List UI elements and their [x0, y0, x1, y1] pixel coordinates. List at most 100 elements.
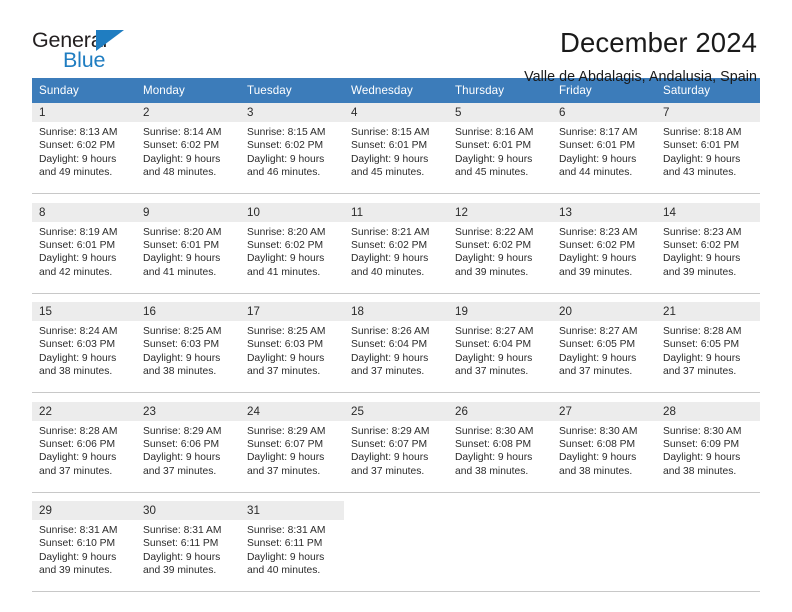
- calendar-day-cell[interactable]: 1 Sunrise: 8:13 AM Sunset: 6:02 PM Daylight…: [32, 103, 136, 194]
- sunrise-text: Sunrise: 8:14 AM: [143, 127, 222, 138]
- sunrise-text: Sunrise: 8:25 AM: [247, 326, 326, 337]
- day-info: Sunrise: 8:30 AM Sunset: 6:08 PM Daylight:…: [448, 421, 552, 479]
- calendar-day-cell[interactable]: 6 Sunrise: 8:17 AM Sunset: 6:01 PM Daylight…: [552, 103, 656, 194]
- calendar-day-cell[interactable]: 30 Sunrise: 8:31 AM Sunset: 6:11 PM Dayligh…: [136, 501, 240, 592]
- daylight-text-line1: Daylight: 9 hours: [559, 153, 637, 165]
- week-spacer-cell: [240, 492, 344, 501]
- day-number: 9: [136, 202, 240, 222]
- week-spacer-cell: [344, 392, 448, 402]
- daylight-text-line1: Daylight: 9 hours: [39, 551, 117, 563]
- day-info: Sunrise: 8:27 AM Sunset: 6:04 PM Daylight:…: [448, 321, 552, 379]
- sunrise-text: Sunrise: 8:30 AM: [663, 425, 742, 437]
- daylight-text-line1: Daylight: 9 hours: [351, 352, 429, 364]
- day-cell-inner: [344, 501, 448, 591]
- calendar-day-cell[interactable]: 26 Sunrise: 8:30 AM Sunset: 6:08 PM Dayligh…: [448, 401, 552, 493]
- day-cell-inner: [552, 501, 656, 591]
- sunset-text: Sunset: 6:07 PM: [247, 438, 324, 450]
- daylight-text-line1: Daylight: 9 hours: [663, 253, 741, 265]
- day-info: Sunrise: 8:31 AM Sunset: 6:10 PM Daylight:…: [32, 520, 136, 578]
- day-number: 14: [656, 202, 760, 222]
- calendar-day-cell[interactable]: 7 Sunrise: 8:18 AM Sunset: 6:01 PM Daylight…: [656, 103, 760, 194]
- day-number: 21: [656, 302, 760, 321]
- calendar-day-cell[interactable]: 14 Sunrise: 8:23 AM Sunset: 6:02 PM Dayligh…: [656, 202, 760, 294]
- sunrise-text: Sunrise: 8:26 AM: [351, 326, 430, 337]
- day-info: Sunrise: 8:28 AM Sunset: 6:05 PM Daylight:…: [656, 321, 760, 379]
- sunrise-text: Sunrise: 8:21 AM: [351, 226, 430, 238]
- daylight-text-line2: and 39 minutes.: [559, 266, 633, 278]
- calendar-day-cell[interactable]: 4 Sunrise: 8:15 AM Sunset: 6:01 PM Daylight…: [344, 103, 448, 194]
- calendar-day-cell[interactable]: 10 Sunrise: 8:20 AM Sunset: 6:02 PM Dayligh…: [240, 202, 344, 294]
- calendar-day-cell[interactable]: 22 Sunrise: 8:28 AM Sunset: 6:06 PM Dayligh…: [32, 401, 136, 493]
- calendar-day-cell[interactable]: 29 Sunrise: 8:31 AM Sunset: 6:10 PM Dayligh…: [32, 501, 136, 592]
- day-info: Sunrise: 8:29 AM Sunset: 6:06 PM Daylight:…: [136, 421, 240, 479]
- calendar-day-cell[interactable]: 19 Sunrise: 8:27 AM Sunset: 6:04 PM Dayligh…: [448, 302, 552, 393]
- daylight-text-line2: and 44 minutes.: [559, 167, 633, 179]
- week-spacer-cell: [552, 293, 656, 302]
- sunrise-text: Sunrise: 8:28 AM: [39, 425, 118, 437]
- calendar-day-cell[interactable]: 25 Sunrise: 8:29 AM Sunset: 6:07 PM Dayligh…: [344, 401, 448, 493]
- day-info: Sunrise: 8:30 AM Sunset: 6:09 PM Daylight:…: [656, 421, 760, 479]
- calendar-day-cell[interactable]: 12 Sunrise: 8:22 AM Sunset: 6:02 PM Dayligh…: [448, 202, 552, 294]
- day-number: 29: [32, 501, 136, 520]
- calendar-day-cell[interactable]: 21 Sunrise: 8:28 AM Sunset: 6:05 PM Dayligh…: [656, 302, 760, 393]
- day-cell-inner: 5 Sunrise: 8:16 AM Sunset: 6:01 PM Daylight…: [448, 103, 552, 193]
- week-spacer-cell: [344, 193, 448, 203]
- day-cell-inner: 31 Sunrise: 8:31 AM Sunset: 6:11 PM Dayligh…: [240, 501, 344, 591]
- day-info: Sunrise: 8:25 AM Sunset: 6:03 PM Daylight:…: [136, 321, 240, 379]
- sunrise-text: Sunrise: 8:15 AM: [247, 127, 326, 138]
- day-cell-inner: 8 Sunrise: 8:19 AM Sunset: 6:01 PM Daylight…: [32, 202, 136, 293]
- daylight-text-line2: and 40 minutes.: [351, 266, 425, 278]
- sunset-text: Sunset: 6:05 PM: [559, 339, 636, 351]
- sunset-text: Sunset: 6:03 PM: [39, 339, 116, 351]
- calendar-day-cell[interactable]: 8 Sunrise: 8:19 AM Sunset: 6:01 PM Daylight…: [32, 202, 136, 294]
- week-spacer-cell: [448, 492, 552, 501]
- sunrise-text: Sunrise: 8:23 AM: [559, 226, 638, 238]
- daylight-text-line1: Daylight: 9 hours: [39, 253, 117, 265]
- calendar-day-cell[interactable]: 31 Sunrise: 8:31 AM Sunset: 6:11 PM Dayligh…: [240, 501, 344, 592]
- calendar-day-cell[interactable]: 23 Sunrise: 8:29 AM Sunset: 6:06 PM Dayligh…: [136, 401, 240, 493]
- sunset-text: Sunset: 6:03 PM: [247, 339, 324, 351]
- calendar-day-cell[interactable]: 24 Sunrise: 8:29 AM Sunset: 6:07 PM Dayligh…: [240, 401, 344, 493]
- day-cell-inner: 12 Sunrise: 8:22 AM Sunset: 6:02 PM Dayligh…: [448, 202, 552, 293]
- calendar-day-cell[interactable]: 18 Sunrise: 8:26 AM Sunset: 6:04 PM Dayligh…: [344, 302, 448, 393]
- calendar-day-cell[interactable]: 13 Sunrise: 8:23 AM Sunset: 6:02 PM Dayligh…: [552, 202, 656, 294]
- calendar-day-cell[interactable]: 15 Sunrise: 8:24 AM Sunset: 6:03 PM Dayligh…: [32, 302, 136, 393]
- calendar-day-cell[interactable]: 3 Sunrise: 8:15 AM Sunset: 6:02 PM Daylight…: [240, 103, 344, 194]
- sunrise-text: Sunrise: 8:24 AM: [39, 326, 118, 337]
- daylight-text-line1: Daylight: 9 hours: [559, 253, 637, 265]
- day-number: 16: [136, 302, 240, 321]
- general-blue-logo[interactable]: General Blue: [32, 26, 152, 78]
- sunset-text: Sunset: 6:11 PM: [143, 538, 219, 550]
- calendar-day-cell[interactable]: 11 Sunrise: 8:21 AM Sunset: 6:02 PM Dayligh…: [344, 202, 448, 294]
- day-cell-inner: 10 Sunrise: 8:20 AM Sunset: 6:02 PM Dayligh…: [240, 202, 344, 293]
- sunrise-text: Sunrise: 8:20 AM: [247, 226, 326, 238]
- calendar-day-cell[interactable]: 16 Sunrise: 8:25 AM Sunset: 6:03 PM Dayligh…: [136, 302, 240, 393]
- day-cell-inner: 4 Sunrise: 8:15 AM Sunset: 6:01 PM Daylight…: [344, 103, 448, 193]
- calendar-day-cell[interactable]: 5 Sunrise: 8:16 AM Sunset: 6:01 PM Daylight…: [448, 103, 552, 194]
- calendar-day-cell[interactable]: 27 Sunrise: 8:30 AM Sunset: 6:08 PM Dayligh…: [552, 401, 656, 493]
- week-spacer-cell: [240, 193, 344, 203]
- day-number: 25: [344, 401, 448, 421]
- sunset-text: Sunset: 6:11 PM: [247, 538, 323, 550]
- day-info: Sunrise: 8:31 AM Sunset: 6:11 PM Daylight:…: [240, 520, 344, 578]
- sunrise-text: Sunrise: 8:30 AM: [559, 425, 638, 437]
- daylight-text-line2: and 37 minutes.: [351, 465, 425, 477]
- daylight-text-line1: Daylight: 9 hours: [39, 352, 117, 364]
- calendar-week-row: 1 Sunrise: 8:13 AM Sunset: 6:02 PM Daylight…: [32, 103, 760, 194]
- sunset-text: Sunset: 6:02 PM: [247, 140, 324, 152]
- sunset-text: Sunset: 6:04 PM: [455, 339, 532, 351]
- day-cell-inner: 22 Sunrise: 8:28 AM Sunset: 6:06 PM Dayligh…: [32, 401, 136, 492]
- calendar-day-cell[interactable]: 20 Sunrise: 8:27 AM Sunset: 6:05 PM Dayligh…: [552, 302, 656, 393]
- calendar-day-cell[interactable]: 17 Sunrise: 8:25 AM Sunset: 6:03 PM Dayligh…: [240, 302, 344, 393]
- sunrise-text: Sunrise: 8:31 AM: [143, 525, 222, 536]
- sunset-text: Sunset: 6:08 PM: [559, 438, 636, 450]
- day-number: 7: [656, 103, 760, 122]
- day-cell-inner: 24 Sunrise: 8:29 AM Sunset: 6:07 PM Dayligh…: [240, 401, 344, 492]
- daylight-text-line1: Daylight: 9 hours: [247, 452, 325, 464]
- daylight-text-line2: and 38 minutes.: [143, 366, 217, 378]
- day-cell-inner: 14 Sunrise: 8:23 AM Sunset: 6:02 PM Dayligh…: [656, 202, 760, 293]
- calendar-day-cell[interactable]: 28 Sunrise: 8:30 AM Sunset: 6:09 PM Dayligh…: [656, 401, 760, 493]
- day-number: 27: [552, 401, 656, 421]
- calendar-day-cell[interactable]: 2 Sunrise: 8:14 AM Sunset: 6:02 PM Daylight…: [136, 103, 240, 194]
- calendar-day-cell[interactable]: 9 Sunrise: 8:20 AM Sunset: 6:01 PM Daylight…: [136, 202, 240, 294]
